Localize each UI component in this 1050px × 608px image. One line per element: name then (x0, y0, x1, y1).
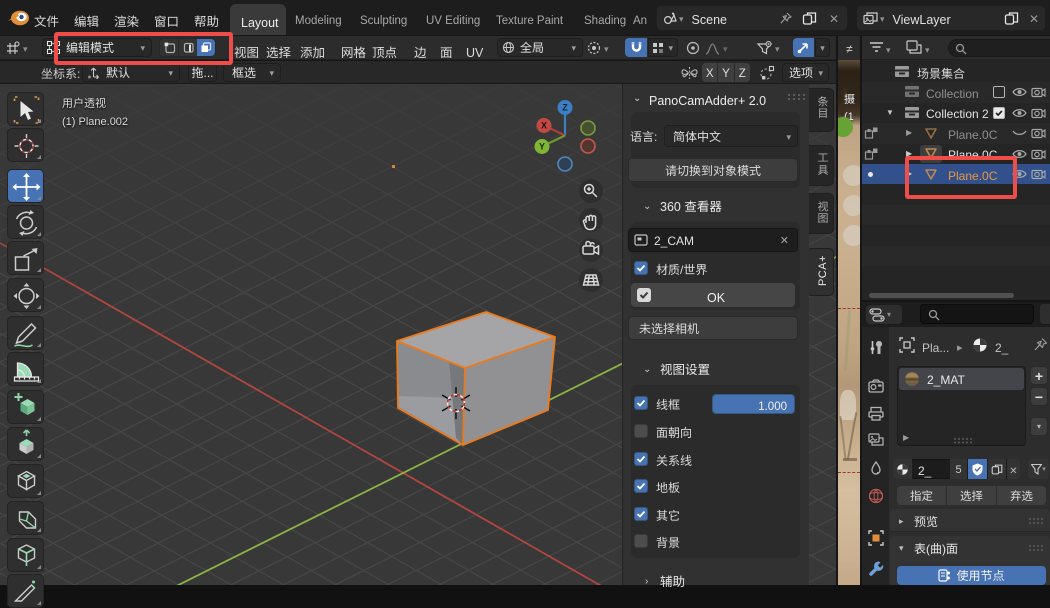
svg-text:Y: Y (539, 140, 545, 153)
svg-text:Z: Z (562, 101, 568, 114)
svg-text:X: X (541, 119, 547, 132)
